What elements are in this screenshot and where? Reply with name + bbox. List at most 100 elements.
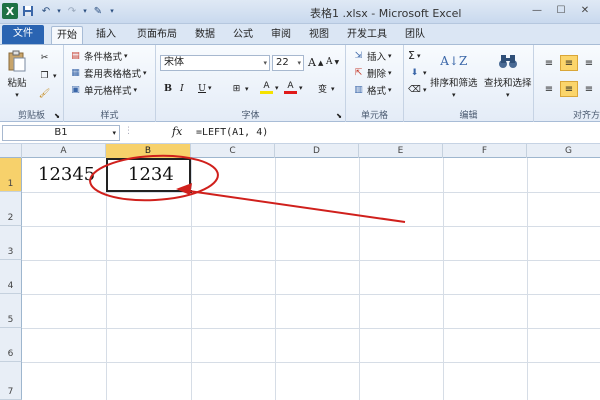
editing-group-label: 编辑 xyxy=(459,111,478,121)
maximize-icon[interactable]: ☐ xyxy=(550,2,572,18)
align-left-button[interactable]: ≡ xyxy=(540,81,558,97)
formula-input[interactable]: =LEFT(A1, 4) xyxy=(196,127,268,138)
fill-down-icon: ⬇ xyxy=(410,67,419,78)
row-header-4[interactable]: 4 xyxy=(0,260,22,294)
row-header-2[interactable]: 2 xyxy=(0,192,22,226)
tab-team[interactable]: 团队 xyxy=(400,26,430,44)
autosum-button[interactable]: Σ ▾ xyxy=(408,49,420,62)
undo-icon[interactable]: ↶ xyxy=(38,3,54,19)
paste-dropdown-icon[interactable]: ▾ xyxy=(15,91,19,99)
insert-cells-button[interactable]: ⇲ 插入 ▾ xyxy=(352,49,392,63)
name-box-dropdown-icon[interactable]: ▾ xyxy=(112,126,116,140)
sort-filter-button[interactable]: A↓Z 排序和筛选 ▾ xyxy=(430,49,478,99)
align-bottom-button[interactable]: ≡ xyxy=(580,55,598,71)
sigma-icon: Σ xyxy=(408,49,415,62)
undo-dropdown-icon[interactable]: ▾ xyxy=(56,3,62,19)
fill-color-button[interactable]: A ▾ xyxy=(260,81,279,94)
formula-bar-grip-icon[interactable]: ⋮ xyxy=(124,126,133,136)
name-box-value: B1 xyxy=(54,127,68,138)
tab-developer[interactable]: 开发工具 xyxy=(342,26,392,44)
grid-line xyxy=(359,158,360,400)
copy-button[interactable]: ❐ ▾ xyxy=(38,69,57,82)
bold-button[interactable]: B xyxy=(164,83,172,94)
close-icon[interactable]: ✕ xyxy=(574,2,596,18)
column-header-e[interactable]: E xyxy=(359,144,443,158)
fill-handle[interactable] xyxy=(188,189,193,194)
insert-cells-label: 插入 xyxy=(367,52,387,63)
font-size-dropdown-icon[interactable]: ▾ xyxy=(297,56,301,70)
insert-function-button[interactable]: fx xyxy=(172,125,182,138)
font-color-button[interactable]: A ▾ xyxy=(284,81,303,94)
tab-review[interactable]: 审阅 xyxy=(266,26,296,44)
column-header-c[interactable]: C xyxy=(191,144,275,158)
tab-page-layout[interactable]: 页面布局 xyxy=(130,26,184,44)
row-header-7[interactable]: 7 xyxy=(0,362,22,400)
grid-line xyxy=(22,226,600,227)
tab-home[interactable]: 开始 xyxy=(51,26,83,44)
customize-qat-icon[interactable]: ▾ xyxy=(108,3,116,19)
cut-button[interactable]: ✂ xyxy=(38,51,51,64)
format-painter-button[interactable]: 🖌 xyxy=(38,87,51,100)
font-size-combo[interactable]: 22 ▾ xyxy=(272,55,304,71)
column-header-d[interactable]: D xyxy=(275,144,359,158)
clear-button[interactable]: ⌫ ▾ xyxy=(408,83,426,96)
align-center-button[interactable]: ≡ xyxy=(560,81,578,97)
shrink-font-button[interactable]: A ▼ xyxy=(326,57,339,67)
conditional-format-label: 条件格式 xyxy=(84,52,123,63)
underline-dropdown-icon[interactable]: ▾ xyxy=(208,84,212,92)
underline-button[interactable]: U xyxy=(198,83,206,94)
paste-button[interactable]: 粘贴 ▾ xyxy=(4,49,30,99)
tab-formulas[interactable]: 公式 xyxy=(228,26,258,44)
grow-font-button[interactable]: A ▲ xyxy=(308,56,323,69)
align-top-button[interactable]: ≡ xyxy=(540,55,558,71)
table-format-icon: ▦ xyxy=(71,68,80,78)
save-icon[interactable] xyxy=(20,3,36,19)
delete-cells-button[interactable]: ⇱ 删除 ▾ xyxy=(352,66,392,80)
format-cells-dropdown-icon: ▾ xyxy=(388,86,392,94)
redo-icon[interactable]: ↷ xyxy=(64,3,80,19)
column-header-f[interactable]: F xyxy=(443,144,527,158)
redo-dropdown-icon[interactable]: ▾ xyxy=(82,3,88,19)
column-header-g[interactable]: G xyxy=(527,144,600,158)
align-middle-button[interactable]: ≡ xyxy=(560,55,578,71)
tab-insert[interactable]: 插入 xyxy=(90,26,122,44)
italic-button[interactable]: I xyxy=(180,83,184,94)
minimize-icon[interactable]: — xyxy=(526,2,548,18)
column-header-a[interactable]: A xyxy=(22,144,106,158)
format-cells-icon: ▥ xyxy=(354,85,363,95)
fill-color-icon: A xyxy=(260,81,273,94)
row-header-5[interactable]: 5 xyxy=(0,294,22,328)
font-launcher-icon[interactable]: ⬊ xyxy=(336,112,342,120)
fill-button[interactable]: ⬇ ▾ xyxy=(408,66,427,79)
delete-cells-icon: ⇱ xyxy=(354,68,363,78)
copy-dropdown-icon[interactable]: ▾ xyxy=(53,72,57,80)
select-all-corner[interactable] xyxy=(0,144,22,158)
column-header-b[interactable]: B xyxy=(106,144,191,158)
cell-styles-button[interactable]: ▣ 单元格样式 ▾ xyxy=(69,83,137,97)
sort-filter-label: 排序和筛选 xyxy=(430,78,478,89)
find-select-button[interactable]: 查找和选择 ▾ xyxy=(484,49,532,99)
clipboard-launcher-icon[interactable]: ⬊ xyxy=(54,112,60,120)
font-name-combo[interactable]: 宋体 ▾ xyxy=(160,55,270,71)
align-right-button[interactable]: ≡ xyxy=(580,81,598,97)
row-header-1[interactable]: 1 xyxy=(0,158,22,192)
cell-a1[interactable]: 12345 xyxy=(38,164,95,185)
borders-button[interactable]: ⊞ ▾ xyxy=(230,82,249,95)
row-header-3[interactable]: 3 xyxy=(0,226,22,260)
format-painter-qat-icon[interactable]: ✎ xyxy=(90,3,106,19)
phonetic-button[interactable]: 变 ▾ xyxy=(316,82,335,96)
window-title: 表格1 .xlsx - Microsoft Excel xyxy=(310,7,462,20)
excel-logo-icon[interactable]: X xyxy=(2,3,18,19)
delete-cells-dropdown-icon: ▾ xyxy=(388,69,392,77)
font-name-dropdown-icon[interactable]: ▾ xyxy=(263,56,267,70)
tab-file[interactable]: 文件 xyxy=(2,25,44,44)
conditional-format-button[interactable]: ▤ 条件格式 ▾ xyxy=(69,49,127,63)
format-cells-button[interactable]: ▥ 格式 ▾ xyxy=(352,83,392,97)
tab-view[interactable]: 视图 xyxy=(304,26,334,44)
row-header-6[interactable]: 6 xyxy=(0,328,22,362)
conditional-format-icon: ▤ xyxy=(71,51,80,61)
table-format-button[interactable]: ▦ 套用表格格式 ▾ xyxy=(69,66,146,80)
ribbon-tabs: 文件 开始 插入 页面布局 数据 公式 审阅 视图 开发工具 团队 xyxy=(0,24,600,44)
name-box[interactable]: B1 ▾ xyxy=(2,125,120,141)
tab-data[interactable]: 数据 xyxy=(190,26,220,44)
